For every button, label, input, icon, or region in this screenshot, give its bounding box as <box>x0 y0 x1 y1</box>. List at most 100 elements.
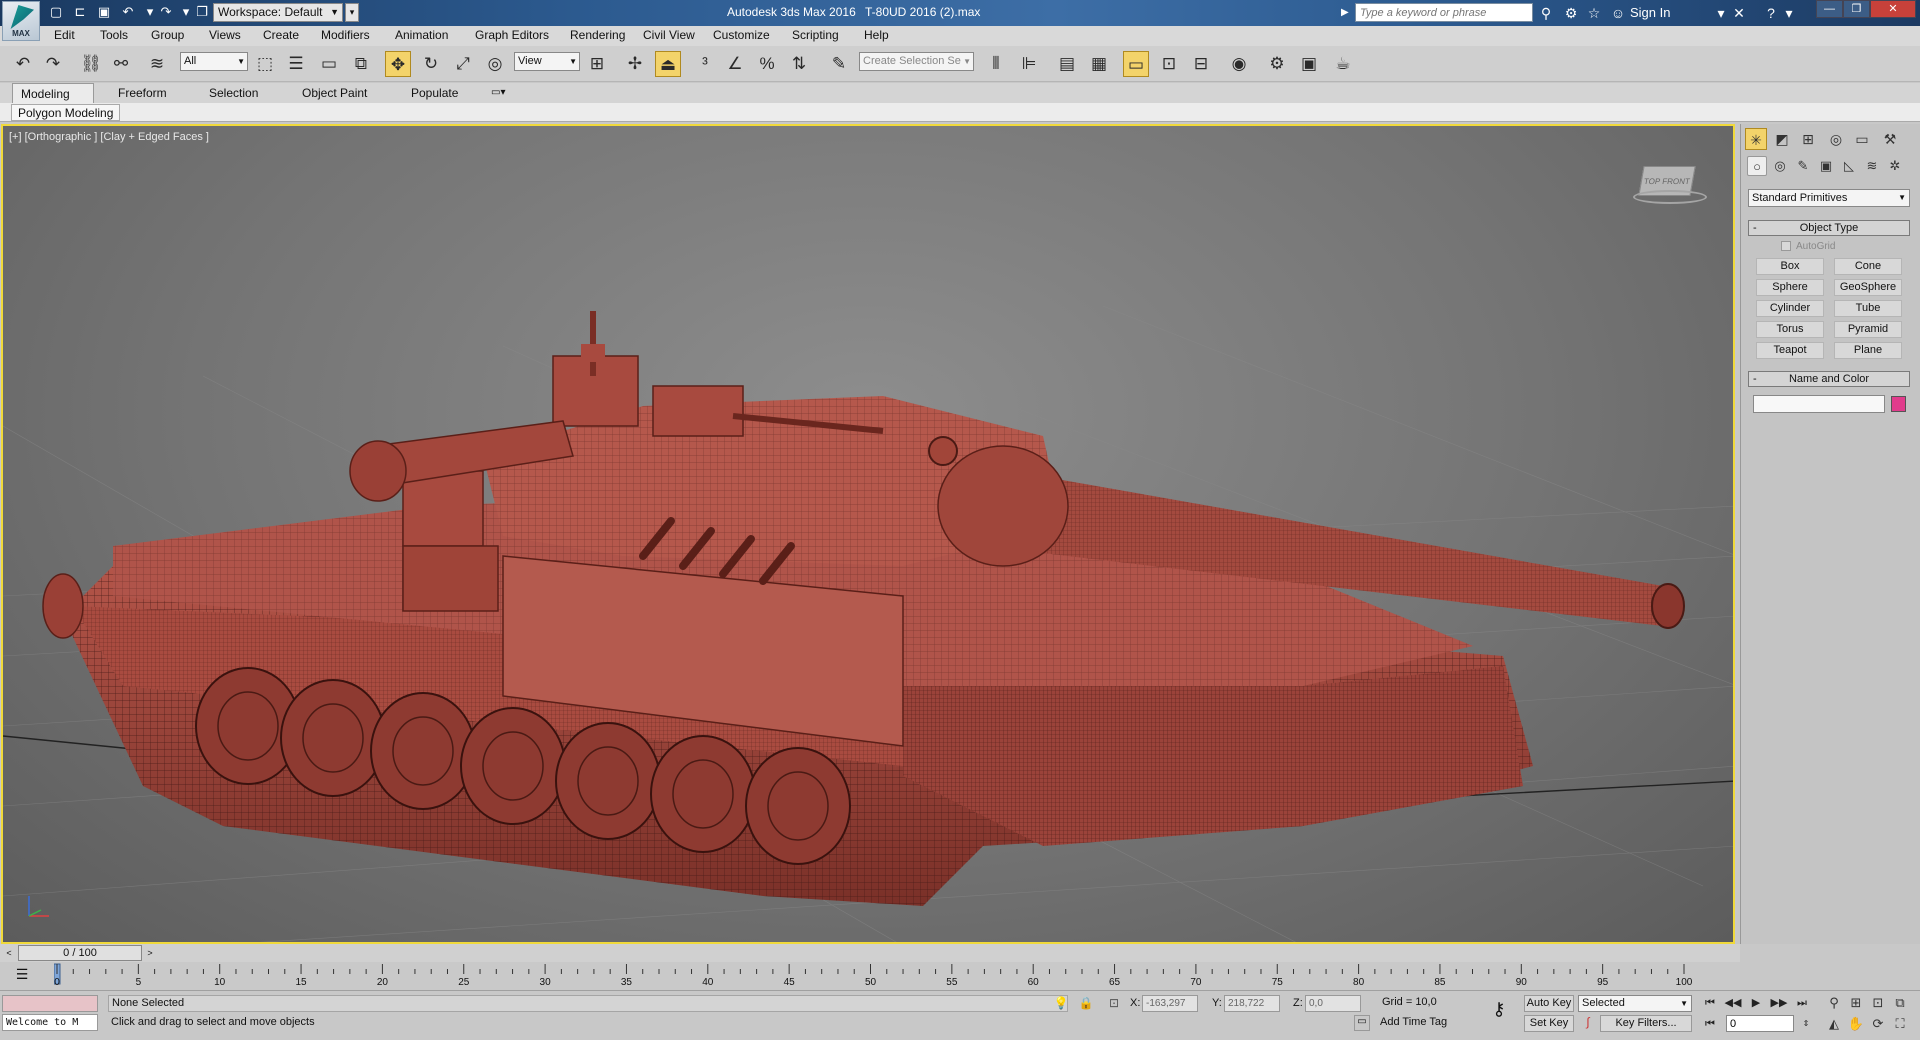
redo-dropdown-icon[interactable]: ▾ <box>178 4 194 20</box>
save-file-icon[interactable]: ▣ <box>96 4 112 20</box>
help-dropdown-icon[interactable]: ▾ <box>1780 4 1798 22</box>
go-to-end-icon[interactable]: ⏭ <box>1792 994 1812 1012</box>
cone-button[interactable]: Cone <box>1834 258 1902 275</box>
percent-snap-icon[interactable]: % <box>754 51 780 77</box>
default-in-out-tangents-icon[interactable]: ∫ <box>1580 1015 1596 1031</box>
zoom-extents-all-icon[interactable]: ⧉ <box>1890 994 1910 1012</box>
window-minimize-button[interactable]: — <box>1816 0 1843 18</box>
current-frame-field[interactable] <box>1726 1015 1794 1032</box>
keyboard-shortcut-override-icon[interactable]: ⏏ <box>655 51 681 77</box>
rendered-frame-window-icon[interactable]: ▣ <box>1296 51 1322 77</box>
menu-modifiers[interactable]: Modifiers <box>321 28 370 42</box>
new-file-icon[interactable]: ▢ <box>48 4 64 20</box>
helpers-category-icon[interactable]: ◺ <box>1839 156 1859 176</box>
material-editor-icon[interactable]: ◉ <box>1226 51 1252 77</box>
box-button[interactable]: Box <box>1756 258 1824 275</box>
scene-explorer-icon[interactable]: ▤ <box>1054 51 1080 77</box>
angle-snap-icon[interactable]: ∠ <box>722 51 748 77</box>
object-type-rollout[interactable]: - Object Type <box>1748 220 1910 236</box>
workspace-dropdown[interactable]: Workspace: Default ▼ <box>213 3 343 22</box>
perspective-viewport[interactable]: [+] [Orthographic ] [Clay + Edged Faces … <box>1 124 1735 944</box>
lights-category-icon[interactable]: ✎ <box>1793 156 1813 176</box>
render-production-icon[interactable]: ☕ <box>1330 51 1356 77</box>
teapot-button[interactable]: Teapot <box>1756 342 1824 359</box>
geometry-category-icon[interactable]: ○ <box>1747 156 1767 176</box>
subscription-center-icon[interactable]: ⚙ <box>1562 4 1580 22</box>
name-and-color-rollout[interactable]: - Name and Color <box>1748 371 1910 387</box>
curve-editor-icon[interactable]: ⊡ <box>1156 51 1182 77</box>
named-selection-set-dropdown[interactable]: Create Selection Se ▼ <box>859 52 974 71</box>
tube-button[interactable]: Tube <box>1834 300 1902 317</box>
select-and-rotate-icon[interactable]: ↻ <box>418 51 444 77</box>
sphere-button[interactable]: Sphere <box>1756 279 1824 296</box>
redo-icon[interactable]: ↷ <box>40 51 66 77</box>
sign-in-link[interactable]: Sign In <box>1630 5 1670 20</box>
schematic-view-icon[interactable]: ⊟ <box>1188 51 1214 77</box>
signin-dropdown-icon[interactable]: ▾ <box>1712 4 1730 22</box>
pyramid-button[interactable]: Pyramid <box>1834 321 1902 338</box>
frame-spinner-icon[interactable]: ⇕ <box>1796 1015 1816 1033</box>
primitive-type-dropdown[interactable]: Standard Primitives ▼ <box>1748 189 1910 207</box>
layer-explorer-icon[interactable]: ▦ <box>1086 51 1112 77</box>
binoculars-icon[interactable]: ⚲ <box>1537 4 1555 22</box>
pan-view-icon[interactable]: ✋ <box>1846 1015 1866 1033</box>
select-object-icon[interactable]: ⬚ <box>252 51 278 77</box>
menu-rendering[interactable]: Rendering <box>570 28 625 42</box>
align-icon[interactable]: ⊫ <box>1016 51 1042 77</box>
maxscript-listener-output[interactable]: Welcome to M <box>2 1014 98 1031</box>
unlink-icon[interactable]: ⚯ <box>108 51 134 77</box>
window-crossing-icon[interactable]: ⧉ <box>348 51 374 77</box>
mini-curve-editor-icon[interactable]: ☰ <box>11 966 33 984</box>
customize-quick-access-button[interactable]: ▾ <box>345 3 359 22</box>
user-icon[interactable]: ☺ <box>1609 4 1627 22</box>
add-time-tag-button[interactable]: Add Time Tag <box>1380 1015 1447 1032</box>
time-slider[interactable]: < 0 / 100 > <box>0 944 1740 962</box>
polygon-modeling-panel[interactable]: Polygon Modeling <box>11 104 121 121</box>
systems-category-icon[interactable]: ✲ <box>1885 156 1905 176</box>
undo-icon[interactable]: ↶ <box>120 4 136 20</box>
geosphere-button[interactable]: GeoSphere <box>1834 279 1902 296</box>
menu-create[interactable]: Create <box>263 28 299 42</box>
exchange-apps-icon[interactable]: ✕ <box>1730 4 1748 22</box>
pivot-center-icon[interactable]: ⊞ <box>584 51 610 77</box>
menu-scripting[interactable]: Scripting <box>792 28 839 42</box>
select-and-place-icon[interactable]: ◎ <box>482 51 508 77</box>
rectangle-selection-icon[interactable]: ▭ <box>316 51 342 77</box>
isolate-selection-icon[interactable]: 💡 <box>1053 995 1069 1011</box>
favorites-star-icon[interactable]: ☆ <box>1585 4 1603 22</box>
help-icon[interactable]: ? <box>1762 4 1780 22</box>
undo-dropdown-icon[interactable]: ▾ <box>142 4 158 20</box>
menu-graph-editors[interactable]: Graph Editors <box>475 28 549 42</box>
go-to-start-icon[interactable]: ⏮ <box>1700 994 1720 1012</box>
manipulate-icon[interactable]: ✢ <box>622 51 648 77</box>
search-input[interactable] <box>1355 3 1533 22</box>
bind-space-warp-icon[interactable]: ≋ <box>144 51 170 77</box>
auto-key-button[interactable]: Auto Key <box>1524 995 1574 1012</box>
object-color-swatch[interactable] <box>1891 396 1906 412</box>
project-folder-icon[interactable]: ❐ <box>194 4 210 20</box>
select-and-move-icon[interactable]: ✥ <box>385 51 411 77</box>
key-mode-toggle-icon[interactable]: ⏮ <box>1700 1015 1720 1033</box>
tab-populate[interactable]: Populate <box>403 83 466 103</box>
orbit-icon[interactable]: ⟳ <box>1868 1015 1888 1033</box>
reference-coordinate-dropdown[interactable]: View ▼ <box>514 52 580 71</box>
redo-icon[interactable]: ↷ <box>158 4 174 20</box>
cylinder-button[interactable]: Cylinder <box>1756 300 1824 317</box>
viewcube-compass-ring[interactable] <box>1633 190 1707 204</box>
mirror-icon[interactable]: ⫴ <box>983 51 1009 77</box>
menu-edit[interactable]: Edit <box>54 28 75 42</box>
play-icon[interactable]: ▶ <box>1746 994 1766 1012</box>
zoom-all-icon[interactable]: ⊞ <box>1846 994 1866 1012</box>
absolute-transform-icon[interactable]: ⊡ <box>1106 995 1122 1011</box>
z-coord-field[interactable]: 0,0 <box>1305 995 1361 1012</box>
app-menu-button[interactable]: MAX <box>2 1 40 41</box>
previous-frame-arrow-icon[interactable]: < <box>2 946 16 960</box>
graphite-ribbon-icon[interactable]: ▭ <box>1123 51 1149 77</box>
tab-freeform[interactable]: Freeform <box>110 83 175 103</box>
track-bar[interactable]: ☰ 0 5 10 15 20 25 30 35 40 45 50 55 60 65 70 75 80 85 90 95… <box>0 962 1740 990</box>
torus-button[interactable]: Torus <box>1756 321 1824 338</box>
set-key-button[interactable]: Set Key <box>1524 1015 1574 1032</box>
window-maximize-button[interactable]: ❐ <box>1843 0 1870 18</box>
autogrid-checkbox[interactable]: AutoGrid <box>1781 241 1835 252</box>
hierarchy-tab-icon[interactable]: ⊞ <box>1797 128 1819 150</box>
